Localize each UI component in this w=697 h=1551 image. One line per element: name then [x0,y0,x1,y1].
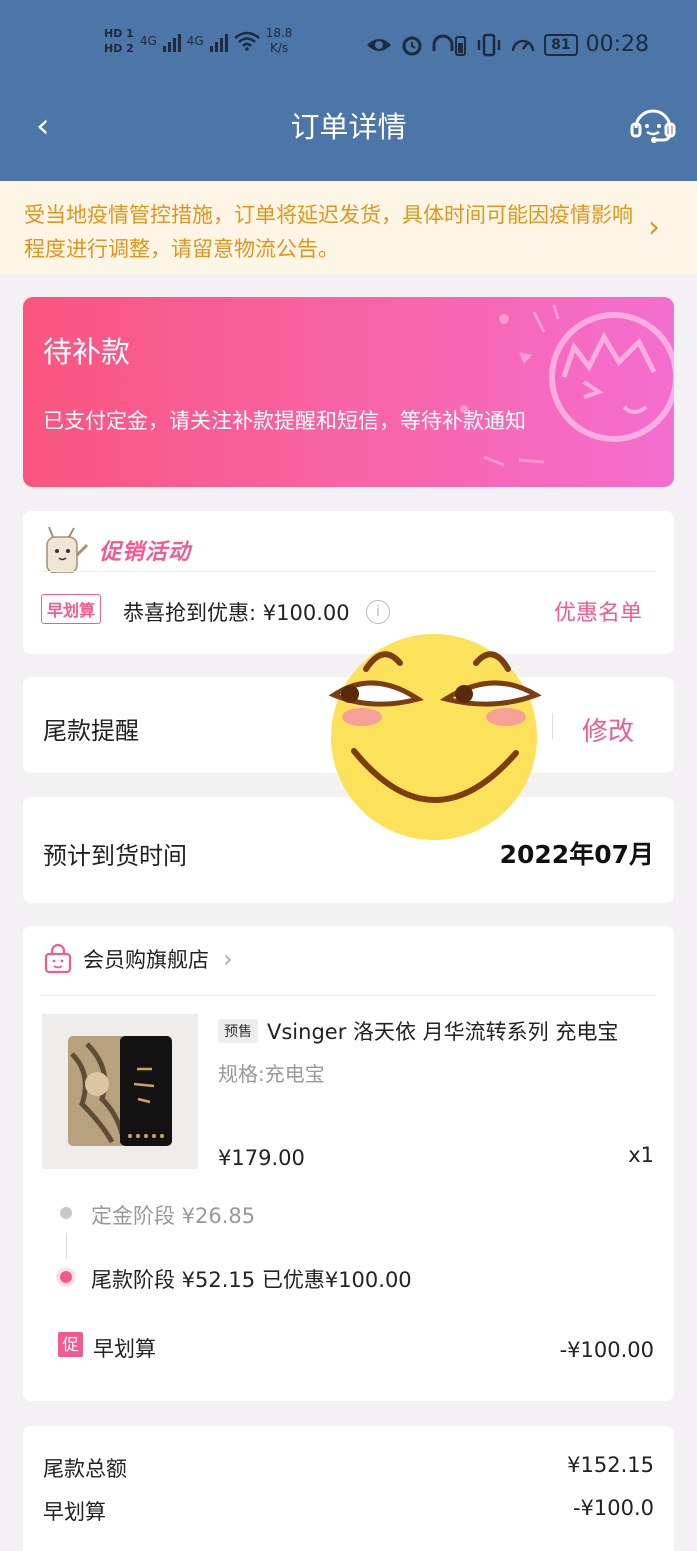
signal-icon [162,30,181,52]
stage-dot-active-icon [60,1271,72,1283]
battery-icon: 81 [544,33,578,56]
hd2-label: HD 2 [104,42,134,55]
chevron-right-icon[interactable]: › [648,210,660,245]
wifi-icon [233,31,260,51]
shop-bag-icon [44,944,72,974]
mascot-decoration-icon [460,304,674,467]
reminder-label: 尾款提醒 [43,717,139,745]
smirk-emoji-sticker-icon [328,634,542,840]
product-spec: 规格:充电宝 [218,1062,325,1086]
status-left: HD 1 HD 2 4G 4G 18.8 K/s [104,26,292,56]
network-type-1: 4G [139,34,157,48]
product-quantity: x1 [628,1143,654,1167]
hd1-label: HD 1 [104,27,134,40]
info-icon[interactable]: i [366,600,390,624]
customer-service-icon[interactable] [630,104,676,150]
clock: 00:28 [585,32,649,57]
deposit-stage: 定金阶段 ¥26.85 [91,1204,256,1228]
product-name[interactable]: Vsinger 洛天依 月华流转系列 充电宝 [267,1016,618,1046]
vibrate-icon [477,33,501,56]
product-image[interactable] [42,1014,198,1169]
speed-unit: K/s [269,41,289,55]
order-status-banner: 待补款 已支付定金，请关注补款提醒和短信，等待补款通知 [23,297,674,487]
speedometer-icon [511,39,535,51]
product-price: ¥179.00 [218,1146,305,1170]
presale-tag: 预售 [218,1019,258,1043]
network-type-2: 4G [186,34,204,48]
status-right: 81 00:28 [366,32,649,57]
modify-button[interactable]: 修改 [582,711,634,748]
notice-text: 受当地疫情管控措施，订单将延迟发货，具体时间可能因疫情影响程度进行调整，请留意物… [24,203,633,261]
divider [41,995,656,996]
eta-label: 预计到货时间 [43,842,187,870]
hd-indicator: HD 1 HD 2 [104,26,134,56]
early-discount-value: -¥100.0 [572,1496,654,1520]
discount-amount: -¥100.00 [559,1338,654,1362]
speed-value: 18.8 [265,26,293,40]
stage-connector [66,1233,67,1259]
chevron-right-icon: › [223,945,233,973]
shop-link[interactable]: 会员购旗舰店 › [43,944,233,974]
network-speed: 18.8 K/s [266,26,293,56]
promo-tag: 早划算 [41,594,102,624]
totals-card: 尾款总额 ¥152.15 早划算 -¥100.0 [23,1426,674,1551]
headphone-battery-icon [432,34,467,56]
promotion-header: 促销活动 [41,527,191,573]
discount-list-link[interactable]: 优惠名单 [554,595,642,627]
eye-icon [367,38,392,51]
status-bar: HD 1 HD 2 4G 4G 18.8 K/s 81 00:28 [0,22,697,66]
top-header: HD 1 HD 2 4G 4G 18.8 K/s 81 00:28 ‹ 订单详情 [0,0,697,181]
signal-icon [209,30,228,52]
product-card: 会员购旗舰店 › 预售 Vsinger 洛天依 月华流转系列 充电宝 规格:充电… [23,926,674,1401]
stage-dot-icon [60,1207,72,1219]
order-status-title: 待补款 [43,335,131,369]
promo-badge-icon: 促 [58,1332,83,1357]
divider [41,571,656,572]
promotion-title: 促销活动 [99,540,192,565]
final-total-value: ¥152.15 [567,1453,654,1477]
early-discount-label: 早划算 [43,1500,106,1524]
divider [552,713,553,739]
final-stage: 尾款阶段 ¥52.15 已优惠¥100.00 [91,1268,412,1292]
page-title: 订单详情 [290,110,407,144]
final-total-label: 尾款总额 [43,1457,127,1481]
alarm-icon [402,36,422,55]
discount-name: 早划算 [93,1337,156,1361]
mascot-icon [46,527,89,573]
shop-name: 会员购旗舰店 [83,948,209,972]
promotion-text: 恭喜抢到优惠: ¥100.00 [123,601,350,625]
